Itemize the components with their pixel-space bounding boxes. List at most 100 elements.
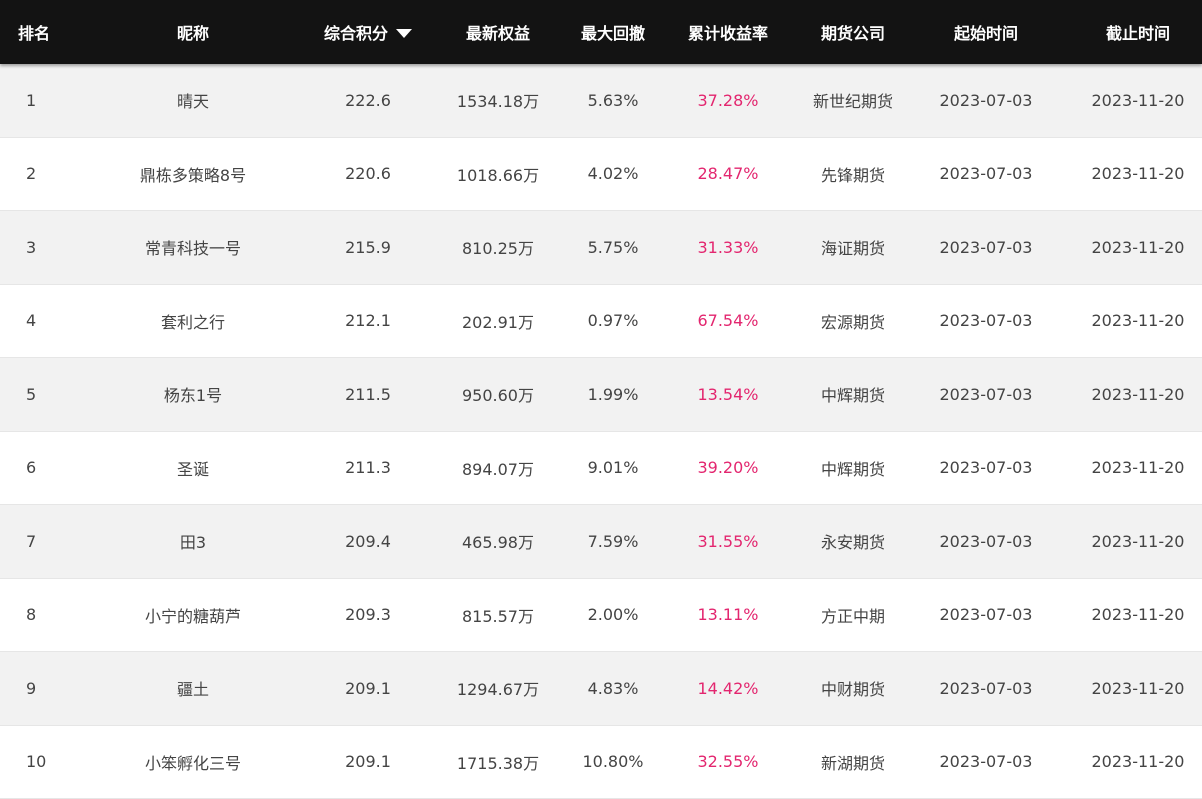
header-score-label: 综合积分 [323,24,388,43]
cell-rank: 2 [26,164,37,184]
table-row[interactable]: 3 常青科技一号 215.9 810.25万 5.75% 31.33% 海证期货 2023-0… [0,211,1202,285]
cell-drawdown: 7.59% [587,531,639,551]
header-start: 起始时间 [953,24,1018,43]
cell-equity: 950.60万 [462,386,534,406]
table-body: 1 晴天 222.6 1534.18万 5.63% 37.28% 新世纪期货 2023-07-… [0,64,1202,799]
table-row[interactable]: 6 圣诞 211.3 894.07万 9.01% 39.20% 中辉期货 2023-07-03… [0,431,1202,505]
cell-nickname: 疆土 [176,680,209,700]
cell-start: 2023-07-03 [939,90,1033,110]
cell-drawdown: 4.83% [587,678,639,698]
cell-start: 2023-07-03 [939,605,1033,625]
cell-company: 新世纪期货 [812,92,893,112]
cell-end: 2023-11-20 [1091,752,1185,772]
cell-rank: 7 [26,531,37,551]
cell-return: 28.47% [697,164,759,184]
cell-rank: 3 [26,237,37,257]
cell-nickname: 晴天 [176,92,209,112]
cell-nickname: 田3 [179,533,207,553]
cell-return: 13.54% [697,384,759,404]
cell-end: 2023-11-20 [1091,164,1185,184]
table-row[interactable]: 2 鼎栋多策略8号 220.6 1018.66万 4.02% 28.47% 先锋期货 2023… [0,137,1202,211]
cell-start: 2023-07-03 [939,458,1033,478]
cell-end: 2023-11-20 [1091,678,1185,698]
cell-rank: 5 [26,384,37,404]
cell-drawdown: 4.02% [587,164,639,184]
cell-rank: 4 [26,311,37,331]
table-row[interactable]: 1 晴天 222.6 1534.18万 5.63% 37.28% 新世纪期货 2023-07-… [0,64,1202,138]
cell-company: 先锋期货 [820,165,885,185]
cell-drawdown: 0.97% [587,311,639,331]
cell-score: 220.6 [345,164,391,184]
cell-rank: 1 [26,90,37,110]
cell-return: 31.33% [697,237,759,257]
cell-company: 中辉期货 [820,386,885,406]
cell-company: 海证期货 [820,239,885,259]
cell-nickname: 小宁的糖葫芦 [144,606,241,626]
cell-start: 2023-07-03 [939,752,1033,772]
cell-equity: 815.57万 [462,606,534,626]
cell-score: 211.3 [345,458,391,478]
cell-nickname: 小笨孵化三号 [144,753,241,773]
cell-end: 2023-11-20 [1091,90,1185,110]
table-row[interactable]: 8 小宁的糖葫芦 209.3 815.57万 2.00% 13.11% 方正中期 2023-0… [0,578,1202,652]
cell-return: 32.55% [697,752,759,772]
cell-end: 2023-11-20 [1091,605,1185,625]
cell-equity: 1715.38万 [456,753,540,773]
cell-drawdown: 5.75% [587,237,639,257]
caret-down-icon[interactable] [396,28,412,38]
cell-rank: 9 [26,678,37,698]
cell-drawdown: 9.01% [587,458,639,478]
cell-company: 新湖期货 [820,753,885,773]
header-end: 截止时间 [1105,24,1170,43]
cell-score: 211.5 [345,384,391,404]
header-rank: 排名 [17,24,50,43]
cell-score: 212.1 [345,311,391,331]
table-row[interactable]: 9 疆土 209.1 1294.67万 4.83% 14.42% 中财期货 2023-07-0… [0,652,1202,726]
cell-drawdown: 2.00% [587,605,639,625]
table-row[interactable]: 5 杨东1号 211.5 950.60万 1.99% 13.54% 中辉期货 2023-07-… [0,358,1202,432]
cell-return: 67.54% [697,311,759,331]
cell-company: 宏源期货 [820,312,885,332]
cell-return: 37.28% [697,90,759,110]
cell-start: 2023-07-03 [939,384,1033,404]
cell-end: 2023-11-20 [1091,384,1185,404]
cell-company: 中财期货 [820,680,885,700]
cell-return: 13.11% [697,605,759,625]
table-row[interactable]: 7 田3 209.4 465.98万 7.59% 31.55% 永安期货 2023-07-03… [0,505,1202,579]
header-nickname: 昵称 [176,24,209,43]
cell-return: 31.55% [697,531,759,551]
ranking-table: 排名 昵称 综合积分 最新权益 最大回撤 累计收益率 期货公司 起始时间 截止时… [0,0,1202,799]
cell-equity: 202.91万 [462,312,534,332]
header-return: 累计收益率 [687,24,768,43]
cell-score: 222.6 [345,90,391,110]
cell-score: 209.4 [345,531,391,551]
table-row[interactable]: 10 小笨孵化三号 209.1 1715.38万 10.80% 32.55% 新湖期货 202… [0,725,1202,799]
cell-nickname: 鼎栋多策略8号 [139,165,247,185]
cell-start: 2023-07-03 [939,678,1033,698]
cell-equity: 810.25万 [462,239,534,259]
header-score-sort[interactable]: 综合积分 [318,0,418,64]
cell-end: 2023-11-20 [1091,458,1185,478]
cell-company: 方正中期 [820,606,885,626]
cell-start: 2023-07-03 [939,531,1033,551]
cell-score: 209.3 [345,605,391,625]
cell-drawdown: 1.99% [587,384,639,404]
cell-equity: 1534.18万 [456,92,540,112]
header-drawdown: 最大回撤 [580,24,645,43]
cell-equity: 1294.67万 [456,680,540,700]
header-company: 期货公司 [820,24,885,43]
cell-company: 中辉期货 [820,459,885,479]
cell-return: 14.42% [697,678,759,698]
table-header: 排名 昵称 综合积分 最新权益 最大回撤 累计收益率 期货公司 起始时间 截止时… [0,0,1202,64]
cell-start: 2023-07-03 [939,237,1033,257]
cell-equity: 465.98万 [462,533,534,553]
cell-start: 2023-07-03 [939,311,1033,331]
table-row[interactable]: 4 套利之行 212.1 202.91万 0.97% 67.54% 宏源期货 2023-07-… [0,284,1202,358]
cell-nickname: 常青科技一号 [144,239,241,259]
cell-end: 2023-11-20 [1091,531,1185,551]
cell-score: 209.1 [345,752,391,772]
cell-nickname: 杨东1号 [163,386,223,406]
cell-equity: 894.07万 [462,459,534,479]
cell-score: 215.9 [345,237,391,257]
cell-nickname: 套利之行 [160,312,225,332]
